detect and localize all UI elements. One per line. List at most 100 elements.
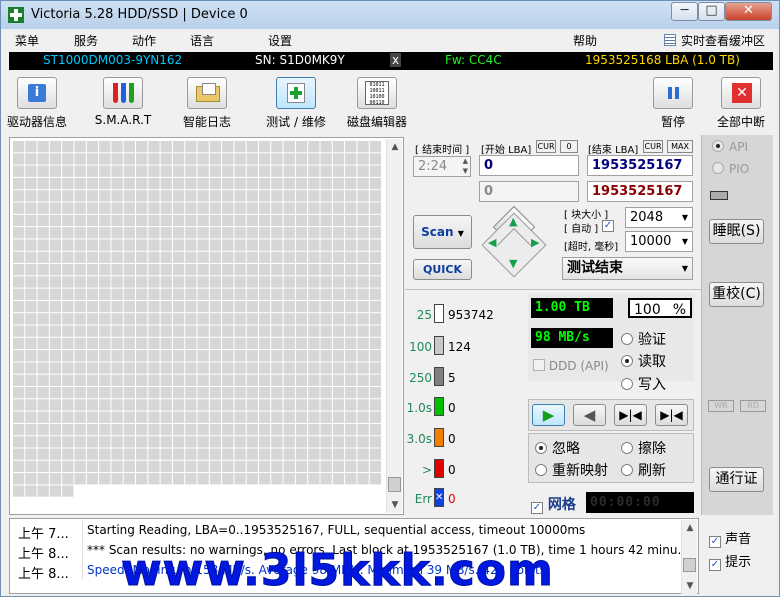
buffer-view-icon[interactable] [664,34,676,46]
block-cell [123,214,135,227]
sound-checkbox[interactable]: ✓ 声音 [709,528,751,548]
start-zero-button[interactable]: 0 [560,140,578,153]
block-cell [13,288,25,300]
quick-button[interactable]: QUICK [413,259,472,280]
disk-editor-button[interactable]: 01011 10011 10100 00110 磁盘编辑器 [343,73,411,130]
scroll-up-icon[interactable]: ▲ [682,520,698,536]
block-cell [357,411,369,423]
chevron-down-icon: ▼ [681,237,688,246]
block-cell [160,436,172,448]
log-scrollbar[interactable]: ▲ ▼ [681,520,697,594]
block-cell [172,177,185,190]
block-cell [25,337,37,350]
stat-count: 953742 [448,308,494,322]
pause-button[interactable]: 暂停 [641,73,705,130]
close-button[interactable]: ✕ [725,2,772,21]
block-cell [308,190,320,202]
action-ignore-radio[interactable]: 忽略 [535,438,580,458]
mode-read-radio[interactable]: 读取 [621,351,666,371]
realtime-buffer-toggle[interactable]: 实时查看缓冲区 [681,32,765,49]
end-time-field[interactable]: 2:24 ▲ ▼ [413,156,471,177]
smart-log-button[interactable]: 智能日志 [173,73,241,130]
pio-radio[interactable]: PIO [712,162,749,176]
end-max-button[interactable]: MAX [667,140,693,153]
block-cell [320,288,332,300]
play-forward-button[interactable]: ▶ [532,404,565,426]
block-cell [369,190,381,202]
start-cur-button[interactable]: CUR [536,140,556,153]
nav-right-icon[interactable]: ▶ [531,236,539,249]
block-cell [320,350,332,362]
block-cell [357,387,369,399]
scroll-thumb[interactable] [388,477,401,492]
nav-left-icon[interactable]: ◀ [488,236,496,249]
menu-settings[interactable]: 设置 [268,32,292,49]
api-radio[interactable]: API [712,140,748,154]
block-cell [136,448,148,460]
mode-write-radio[interactable]: 写入 [621,374,666,394]
scroll-down-icon[interactable]: ▼ [682,578,698,594]
block-map-scrollbar[interactable]: ▲ ▼ [386,139,402,513]
nav-up-icon[interactable]: ▲ [509,215,517,228]
block-size-select[interactable]: 2048 ▼ [625,207,693,228]
block-cell [111,460,123,473]
mode-verify-radio[interactable]: 验证 [621,329,666,349]
block-cell [209,190,222,202]
play-backward-button[interactable]: ◀ [573,404,606,426]
ddd-api-checkbox[interactable]: DDD (API) [533,359,609,373]
block-cell [209,399,222,411]
block-cell [49,448,62,460]
skip-back-button[interactable]: ▶|◀ [614,404,647,426]
action-refresh-radio[interactable]: 刷新 [621,460,666,480]
action-erase-radio[interactable]: 擦除 [621,438,666,458]
title-bar[interactable]: Victoria 5.28 HDD/SSD | Device 0 ─ □ ✕ [1,1,779,29]
menu-action[interactable]: 动作 [132,32,156,49]
end-cur-button[interactable]: CUR [643,140,663,153]
menu-help[interactable]: 帮助 [573,32,597,49]
block-cell [320,460,332,473]
block-cell [86,190,99,202]
block-cell [246,411,258,423]
drive-info-button[interactable]: i 驱动器信息 [3,73,71,130]
scroll-down-icon[interactable]: ▼ [387,497,403,513]
block-cell [246,165,258,177]
block-cell [197,411,209,423]
log-scroll-thumb[interactable] [683,558,696,572]
block-cell [25,153,37,165]
block-cell [160,350,172,362]
block-cell [222,387,234,399]
grid-checkbox[interactable]: ✓ 网格 [531,494,576,514]
test-status-dropdown[interactable]: 测试结束 ▼ [562,257,693,280]
timeout-select[interactable]: 10000 ▼ [625,231,693,252]
stat-row: 100 124 [409,336,524,358]
block-cell [99,300,111,313]
end-lba-input[interactable]: 1953525167 [587,155,693,176]
minimize-button[interactable]: ─ [671,2,698,21]
menu-main[interactable]: 菜单 [15,32,39,49]
auto-block-checkbox[interactable]: ✓ [602,220,614,232]
block-cell [246,227,258,239]
block-cell [148,362,160,374]
passport-button[interactable]: 通行证 [709,467,764,492]
block-cell [234,264,246,276]
action-remap-radio[interactable]: 重新映射 [535,460,608,480]
block-cell [246,387,258,399]
abort-all-button[interactable]: ✕ 全部中断 [709,73,773,130]
block-cell [86,350,99,362]
start-lba-input[interactable]: 0 [479,155,579,176]
maximize-button[interactable]: □ [698,2,725,21]
scroll-up-icon[interactable]: ▲ [387,139,403,155]
close-device-icon[interactable]: x [390,53,402,67]
scan-button[interactable]: Scan ▼ [413,215,472,249]
hints-checkbox[interactable]: ✓ 提示 [709,551,751,571]
block-cell [283,227,295,239]
smart-button[interactable]: S.M.A.R.T [89,73,157,127]
menu-language[interactable]: 语言 [190,32,214,49]
skip-end-button[interactable]: ▶|◀ [655,404,688,426]
test-repair-button[interactable]: 测试 / 维修 [257,73,335,130]
block-cell [283,214,295,227]
recalibrate-button[interactable]: 重校(C) [709,282,764,307]
block-cell [332,473,345,485]
sleep-button[interactable]: 睡眠(S) [709,219,764,244]
menu-service[interactable]: 服务 [74,32,98,49]
